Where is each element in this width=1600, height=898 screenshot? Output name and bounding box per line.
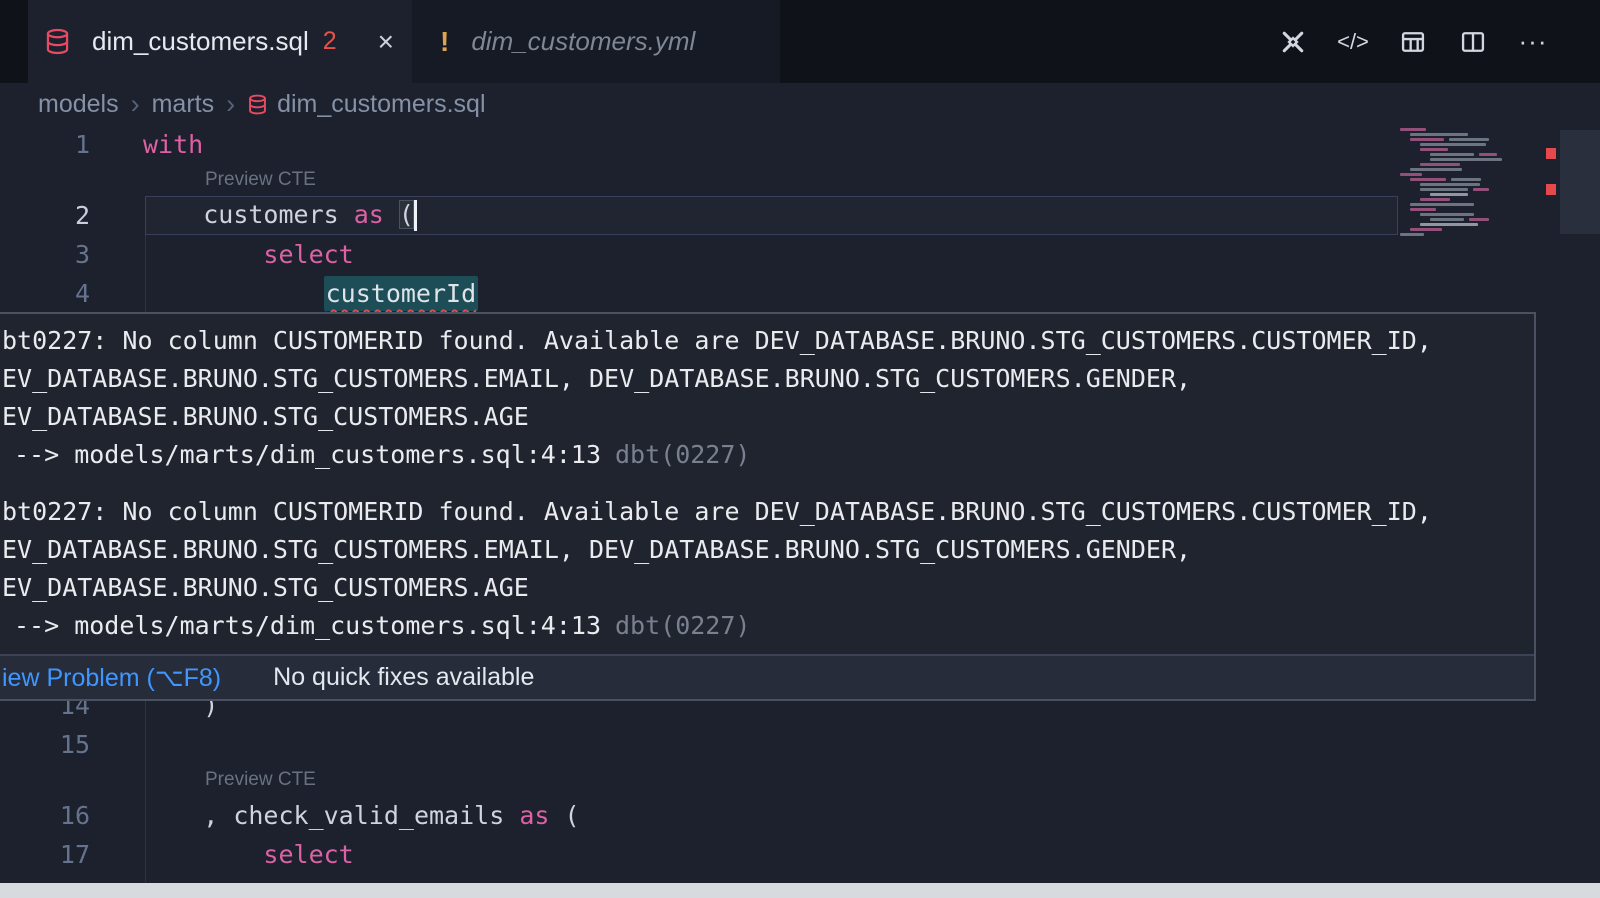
code-line[interactable]: customers as ( <box>143 200 417 232</box>
text-cursor <box>414 200 417 231</box>
codelens-row: Preview CTE <box>0 764 1600 796</box>
line-number: 17 <box>0 840 90 869</box>
dbt-power-user-icon[interactable] <box>1276 25 1310 59</box>
code-token: as <box>519 801 549 830</box>
tab-dim-customers-sql[interactable]: dim_customers.sql 2 × <box>28 0 412 83</box>
code-token: select <box>263 240 353 269</box>
diagnostic-location-link[interactable]: --> models/marts/dim_customers.sql:4:13 <box>14 611 601 640</box>
code-token: customers <box>203 200 338 229</box>
database-file-icon <box>247 94 268 115</box>
code-line[interactable]: with <box>143 130 203 159</box>
hover-status-bar: iew Problem (⌥F8) No quick fixes availab… <box>0 654 1534 699</box>
editor-scrollbar[interactable] <box>1560 130 1600 234</box>
code-line-row: 1 with <box>0 125 1600 164</box>
code-token <box>384 200 399 229</box>
code-line-row: 17 select <box>0 835 1600 874</box>
diagnostic-text-line: EV_DATABASE.BRUNO.STG_CUSTOMERS.EMAIL, D… <box>2 531 1534 569</box>
breadcrumb-models[interactable]: models <box>38 90 119 119</box>
code-token <box>339 200 354 229</box>
line-number: 16 <box>0 801 90 830</box>
view-problem-link[interactable]: iew Problem (⌥F8) <box>2 663 221 693</box>
diagnostic-text-line: bt0227: No column CUSTOMERID found. Avai… <box>2 322 1534 360</box>
breadcrumb-separator: › <box>226 89 235 120</box>
tabbar-left-spacer <box>0 0 28 83</box>
preview-tab-label: dim_customers.yml <box>471 26 695 57</box>
diagnostic-text-line: EV_DATABASE.BRUNO.STG_CUSTOMERS.AGE <box>2 398 1534 436</box>
breadcrumb-file[interactable]: dim_customers.sql <box>247 90 485 119</box>
warning-icon: ! <box>440 26 449 58</box>
diagnostic-source-code: dbt(0227) <box>615 611 750 640</box>
code-line[interactable]: customerId <box>143 279 478 308</box>
code-line[interactable]: select <box>143 240 354 269</box>
line-number: 1 <box>0 130 90 159</box>
diagnostic-text-line: EV_DATABASE.BRUNO.STG_CUSTOMERS.AGE <box>2 569 1534 607</box>
diagnostic-location-link[interactable]: --> models/marts/dim_customers.sql:4:13 <box>14 440 601 469</box>
diagnostic-message: bt0227: No column CUSTOMERID found. Avai… <box>2 322 1534 474</box>
code-token <box>143 279 324 308</box>
editor-toolbar: </> ··· <box>1276 0 1550 83</box>
code-token <box>143 801 203 830</box>
minimap[interactable] <box>1400 128 1546 236</box>
breadcrumb-marts[interactable]: marts <box>152 90 215 119</box>
code-token: check_valid_emails <box>233 801 504 830</box>
quick-fix-message: No quick fixes available <box>273 663 534 692</box>
split-editor-icon[interactable] <box>1456 25 1490 59</box>
diagnostics-hover-popup: bt0227: No column CUSTOMERID found. Avai… <box>0 312 1536 701</box>
code-token <box>143 240 263 269</box>
window-bottom-edge <box>0 883 1600 898</box>
code-token: , <box>203 801 233 830</box>
line-number: 15 <box>0 730 90 759</box>
line-number: 3 <box>0 240 90 269</box>
close-tab-icon[interactable]: × <box>378 28 394 56</box>
code-token: select <box>263 840 353 869</box>
code-token <box>143 200 203 229</box>
code-token <box>143 840 263 869</box>
code-token <box>504 801 519 830</box>
tab-dim-customers-yml[interactable]: ! dim_customers.yml <box>412 0 780 83</box>
tab-problem-count-badge: 2 <box>323 27 337 56</box>
code-view-icon[interactable]: </> <box>1336 25 1370 59</box>
code-line-row: 16 , check_valid_emails as ( <box>0 796 1600 835</box>
breadcrumb-separator: › <box>131 89 140 120</box>
code-token: with <box>143 130 203 159</box>
breadcrumb: models › marts › dim_customers.sql <box>0 83 1600 125</box>
code-line-row: 4 customerId <box>0 274 1600 313</box>
line-number: 2 <box>0 201 90 230</box>
overview-ruler-error-mark <box>1546 184 1556 195</box>
code-token: ( <box>399 200 414 229</box>
codelens-preview-cte[interactable]: Preview CTE <box>205 769 316 791</box>
breadcrumb-file-label: dim_customers.sql <box>277 90 485 119</box>
database-file-icon <box>44 28 71 55</box>
diagnostics-list: bt0227: No column CUSTOMERID found. Avai… <box>0 314 1534 654</box>
code-line-row: 15 <box>0 725 1600 764</box>
line-number: 4 <box>0 279 90 308</box>
overview-ruler-error-mark <box>1546 148 1556 159</box>
diagnostic-text-line: bt0227: No column CUSTOMERID found. Avai… <box>2 493 1534 531</box>
code-line-row: 2 customers as ( <box>0 196 1600 235</box>
diagnostic-text-line: EV_DATABASE.BRUNO.STG_CUSTOMERS.EMAIL, D… <box>2 360 1534 398</box>
code-token: ( <box>549 801 579 830</box>
editor-code-top: 1withPreview CTE2 customers as (3 select… <box>0 125 1600 313</box>
error-token: customerId <box>324 276 479 311</box>
diagnostic-source-code: dbt(0227) <box>615 440 750 469</box>
more-actions-icon[interactable]: ··· <box>1516 25 1550 59</box>
diagnostic-message: bt0227: No column CUSTOMERID found. Avai… <box>2 493 1534 645</box>
code-token: as <box>354 200 384 229</box>
code-line[interactable]: select <box>143 840 354 869</box>
query-results-icon[interactable] <box>1396 25 1430 59</box>
code-line[interactable]: , check_valid_emails as ( <box>143 801 580 830</box>
active-tab-label: dim_customers.sql <box>92 26 309 57</box>
codelens-preview-cte[interactable]: Preview CTE <box>205 169 316 191</box>
code-line-row: 3 select <box>0 235 1600 274</box>
codelens-row: Preview CTE <box>0 164 1600 196</box>
editor-code-bottom: 14 )15Preview CTE16 , check_valid_emails… <box>0 686 1600 874</box>
